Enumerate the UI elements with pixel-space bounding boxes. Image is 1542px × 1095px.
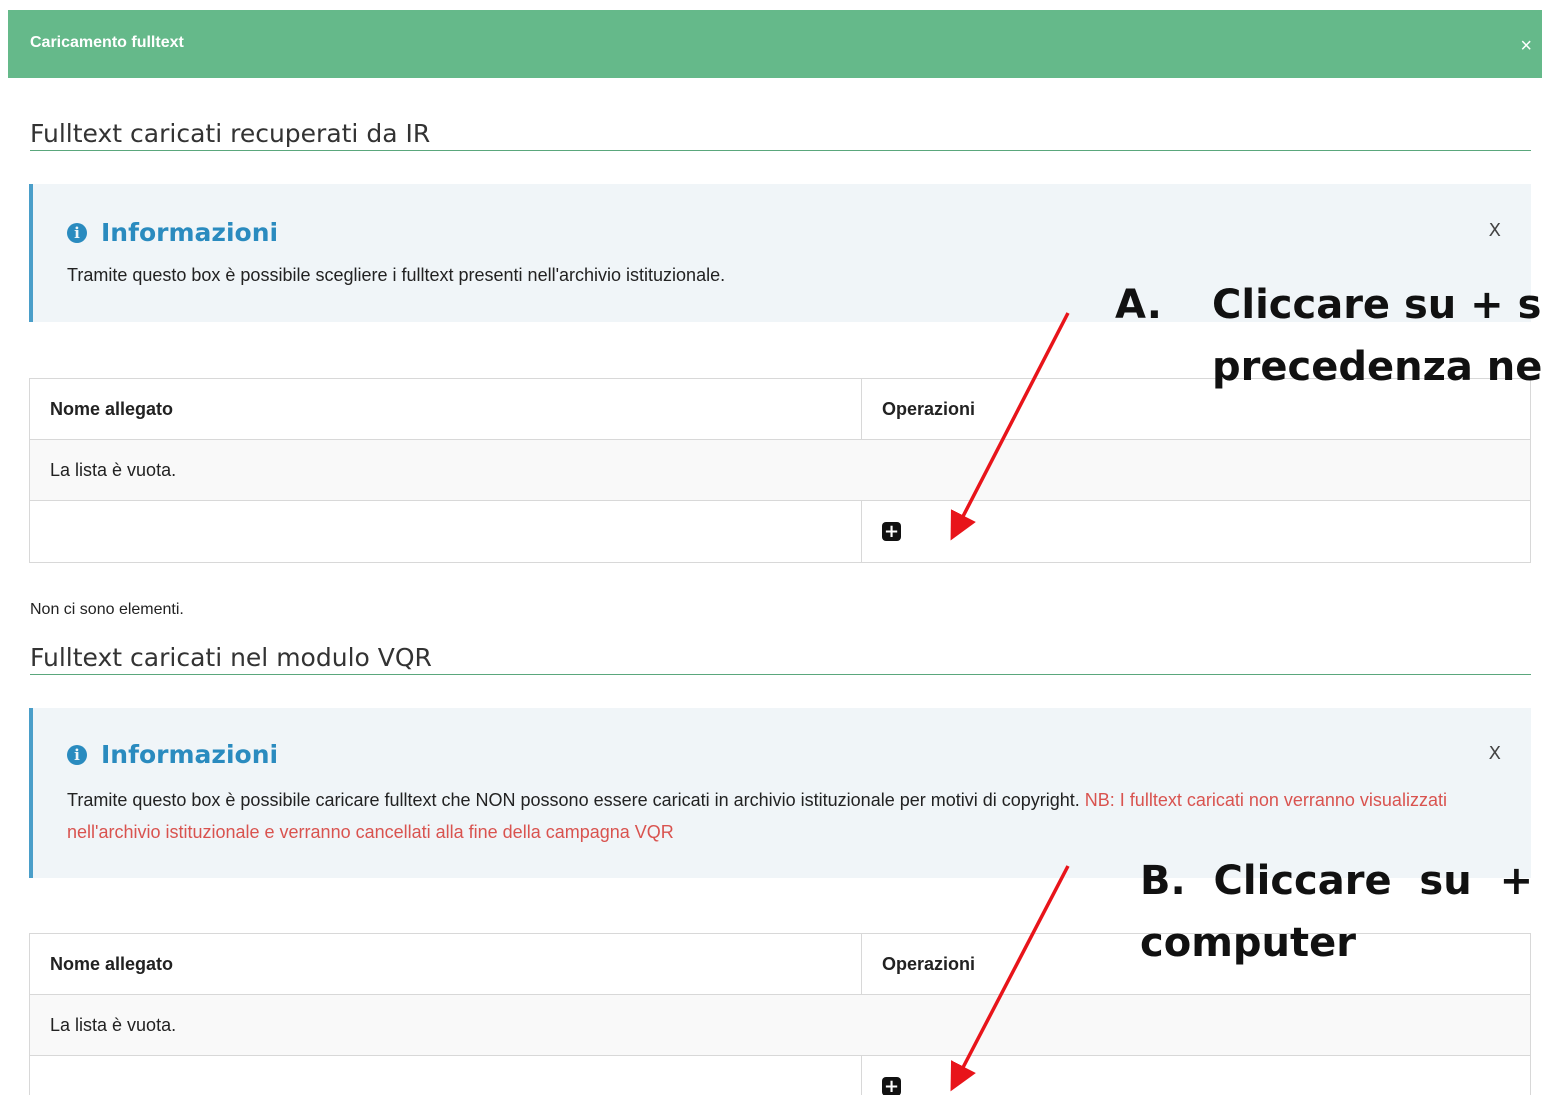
arrow-to-add-vqr-button (950, 865, 1070, 1092)
arrow-to-add-ir-button (950, 312, 1070, 541)
annotation-arrows (950, 312, 1070, 1092)
modal-page: Caricamento fulltext × Fulltext caricati… (0, 0, 1542, 1095)
